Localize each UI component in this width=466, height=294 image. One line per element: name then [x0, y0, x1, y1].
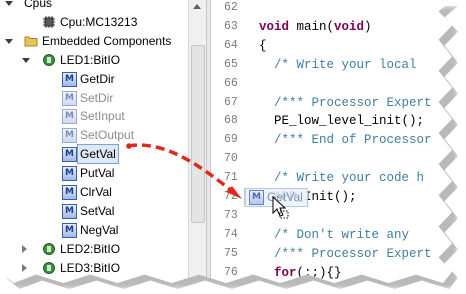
code-text: void main(void) — [259, 19, 372, 34]
line-number: 66 — [224, 76, 238, 90]
tree-item[interactable]: LED1:BitIO — [0, 51, 188, 69]
component-tree[interactable]: Cpus Cpu:MC13213 Embedded Components LED1:B… — [0, 0, 188, 283]
tree-item[interactable]: M NegVal — [0, 221, 188, 239]
line-number: 69 — [224, 133, 238, 147]
drag-cursor-icon — [272, 196, 289, 219]
tree-item-label: SetInput — [80, 109, 125, 124]
method-icon: M — [62, 147, 77, 163]
tree-item-label: Embedded Components — [42, 33, 172, 48]
collapse-icon[interactable] — [22, 57, 30, 63]
tree-item[interactable]: M GetDir — [0, 70, 188, 88]
code-text: /*** Processor Expert — [259, 95, 432, 110]
tree-item-label: GetDir — [80, 71, 115, 86]
method-icon: M — [62, 203, 77, 219]
code-text: /* Don't write any — [259, 227, 410, 242]
collapse-icon[interactable] — [5, 1, 13, 6]
line-number: 65 — [224, 57, 238, 71]
tree-item[interactable]: Cpu:MC13213 — [0, 13, 188, 31]
method-icon: M — [62, 185, 77, 200]
code-text: /* Write your code h — [259, 171, 425, 186]
code-text: /*** Processor Expert — [259, 246, 432, 261]
tree-item[interactable]: Embedded Components — [0, 32, 188, 50]
method-icon: M — [62, 166, 77, 182]
line-number: 75 — [224, 246, 238, 260]
collapse-icon[interactable] — [5, 38, 13, 44]
tree-item-label: LED3:BitIO — [60, 260, 121, 275]
keyword: void — [259, 19, 290, 34]
tree-item-label: PutVal — [80, 166, 115, 181]
line-number: 70 — [224, 152, 238, 166]
tree-item-label: LED1:BitIO — [60, 52, 121, 67]
expand-icon[interactable] — [22, 263, 27, 272]
line-number: 63 — [224, 19, 238, 33]
tree-item-label: Cpu:MC13213 — [60, 14, 138, 29]
keyword: for — [274, 265, 297, 280]
tree-item-label: ClrVal — [80, 185, 112, 199]
tree-item-label: GetVal — [77, 144, 119, 165]
code-text: /* Write your local — [259, 57, 417, 72]
screenshot-frame: Cpus Cpu:MC13213 Embedded Components LED1:B… — [0, 0, 452, 283]
component-icon — [43, 242, 55, 255]
method-icon: M — [62, 128, 77, 144]
line-number: 71 — [224, 171, 238, 185]
tree-item-label: SetOutput — [80, 128, 135, 143]
method-icon: M — [62, 90, 77, 106]
method-icon: M — [249, 190, 264, 205]
tree-item-label: LED2:BitIO — [60, 241, 121, 256]
tree-item[interactable]: M SetVal — [0, 202, 188, 220]
line-number: 67 — [224, 95, 238, 109]
scroll-thumb[interactable] — [191, 45, 205, 223]
method-icon: M — [62, 109, 77, 125]
line-number: 74 — [224, 227, 238, 241]
folder-icon — [24, 36, 38, 47]
line-number: 64 — [224, 38, 238, 52]
tree-item[interactable]: M SetInput — [0, 107, 188, 125]
code-text: { — [259, 38, 267, 53]
tree-item-label: NegVal — [80, 222, 119, 237]
tree-item[interactable]: M PutVal — [0, 164, 188, 182]
tree-item[interactable]: M SetDir — [0, 89, 188, 107]
tree-item-label: Cpus — [24, 0, 53, 10]
tree-item[interactable]: LED2:BitIO — [0, 240, 188, 258]
tree-scrollbar[interactable] — [188, 0, 206, 283]
tree-item[interactable]: M ClrVal — [0, 183, 188, 201]
code-text: PE_low_level_init(); — [259, 114, 425, 129]
expand-icon[interactable] — [22, 244, 27, 253]
tree-item-label: SetVal — [80, 203, 115, 218]
method-icon: M — [62, 222, 77, 238]
tree-item[interactable]: M SetOutput — [0, 126, 188, 144]
component-icon — [43, 53, 55, 66]
keyword: void — [334, 19, 365, 34]
scroll-up-icon[interactable] — [193, 4, 201, 9]
code-text: /*** End of Processor — [259, 133, 432, 148]
tree-item[interactable]: Cpus — [0, 0, 188, 12]
chip-icon — [43, 15, 55, 28]
code-editor[interactable]: 62 63 void main(void) 64 {65 /* Write your l… — [211, 0, 452, 283]
line-number: 68 — [224, 114, 238, 128]
component-icon — [43, 261, 55, 274]
tree-item-label: SetDir — [80, 90, 114, 105]
tree-item[interactable]: M GetVal — [0, 144, 188, 165]
tree-item[interactable]: LED3:BitIO — [0, 259, 188, 277]
line-number: 62 — [224, 1, 238, 14]
line-number: 73 — [224, 208, 238, 222]
method-icon: M — [62, 71, 77, 87]
